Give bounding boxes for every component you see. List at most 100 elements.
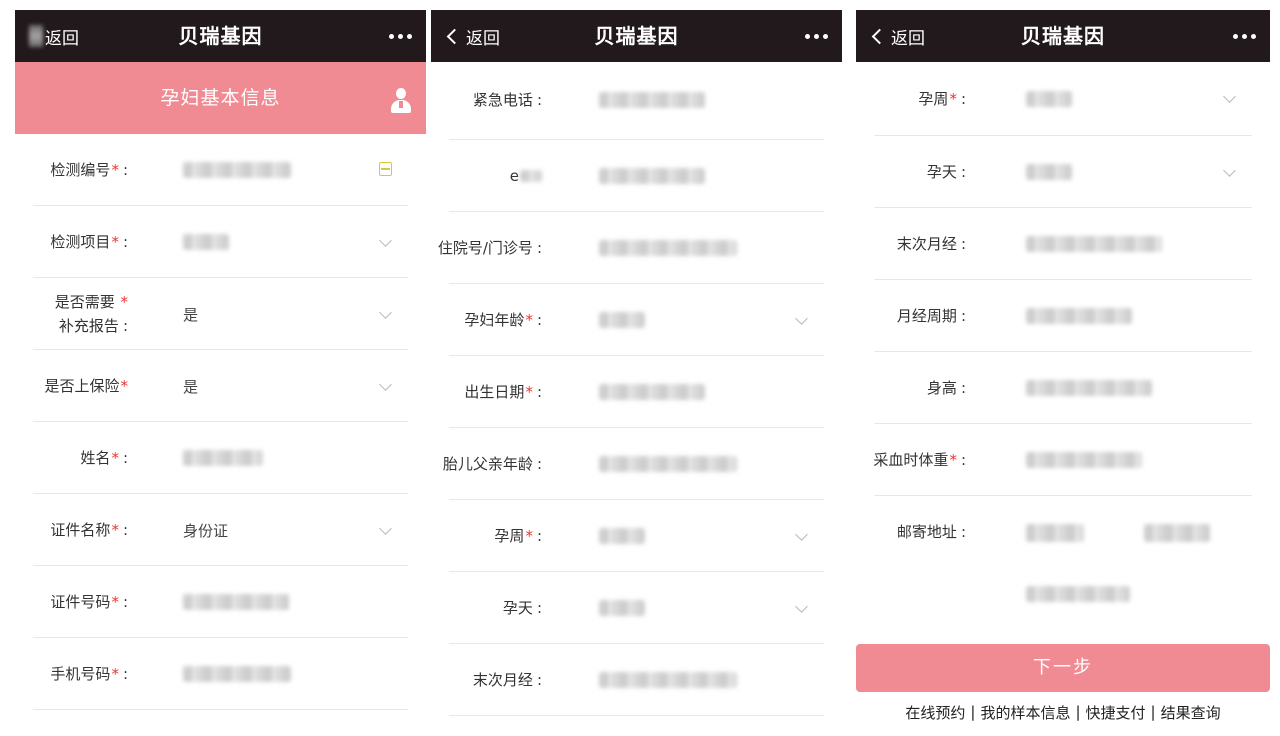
form-row-test-item[interactable]: 检测项目 *: [33,206,408,278]
field-label: 检测编号 *: [50,161,128,179]
chevron-down-icon[interactable] [795,528,808,541]
field-label: 孕周 *: [918,90,966,108]
field-label: 手机号码 *: [50,665,128,683]
back-button[interactable]: 返回 [445,10,500,62]
footer-separator: | [970,703,976,721]
supplement-report-select[interactable]: 是 [183,278,198,350]
form-row-cycle[interactable]: 月经周期: [874,280,1252,352]
mother-age-select[interactable] [599,284,645,356]
insurance-select[interactable]: 是 [183,350,198,422]
more-icon[interactable] [1233,10,1256,62]
chevron-down-icon[interactable] [1223,90,1236,103]
form-row-insurance[interactable]: 是否上保险 * 是 [33,350,408,422]
field-label: 出生日期 *: [464,383,542,401]
form-row-email[interactable]: e [449,140,824,212]
chevron-left-icon [871,28,888,44]
chevron-down-icon[interactable] [1223,164,1236,177]
back-icon [29,25,43,47]
back-button[interactable]: 返回 [29,10,79,62]
form-row-last-period[interactable]: 末次月经: [449,644,824,716]
back-button[interactable]: 返回 [870,10,925,62]
field-label: 孕天: [926,163,966,181]
field-label: 检测项目 *: [50,233,128,251]
phone-input[interactable] [183,638,291,710]
form-row-gestational-week[interactable]: 孕周 *: [874,62,1252,136]
chevron-down-icon[interactable] [795,600,808,613]
chevron-down-icon[interactable] [379,306,392,319]
footer-link-booking[interactable]: 在线预约 [905,702,965,723]
birth-date-input[interactable] [599,356,705,428]
gestational-day-select[interactable] [1026,136,1072,208]
user-icon[interactable] [390,88,412,114]
form-row-gestational-day[interactable]: 孕天: [874,136,1252,208]
form-row-address[interactable]: 邮寄地址: [874,496,1252,636]
more-icon[interactable] [805,10,828,62]
field-label: 孕周 *: [494,527,542,545]
gestational-week-select[interactable] [599,500,645,572]
form: 紧急电话: e 住院号/门诊号: 孕妇年龄 *: 出生日期 *: 胎儿父亲年龄: 孕… [431,60,842,716]
field-label: 姓名 *: [80,449,128,467]
last-period-input[interactable] [599,644,737,716]
field-label: 胎儿父亲年龄: [442,455,542,473]
form-row-weight[interactable]: 采血时体重 *: [873,424,1252,496]
field-label: 末次月经: [472,671,542,689]
id-number-input[interactable] [183,566,289,638]
form-row-birth-date[interactable]: 出生日期 *: [449,356,824,428]
footer-separator: | [1150,703,1156,721]
form-row-name[interactable]: 姓名 *: [33,422,408,494]
form-row-gestational-week[interactable]: 孕周 *: [449,500,824,572]
field-label: 孕天: [502,599,542,617]
chevron-down-icon[interactable] [379,234,392,247]
weight-input[interactable] [1026,424,1142,496]
form-row-supplement-report[interactable]: 是否需要 * 补充报告: 是 [33,278,408,350]
test-item-select[interactable] [183,206,229,278]
chevron-down-icon[interactable] [379,378,392,391]
nav-bar: 返回 贝瑞基因 [856,10,1270,62]
height-input[interactable] [1026,352,1152,424]
field-label: 住院号/门诊号: [437,239,542,257]
address-input[interactable] [1026,496,1210,636]
screen-1: 返回 贝瑞基因 孕妇基本信息 检测编号 *: 检测项目 *: 是否需要 * 补充报告… [15,10,426,726]
form-row-hospital-number[interactable]: 住院号/门诊号: [438,212,824,284]
form-row-father-age[interactable]: 胎儿父亲年龄: [443,428,824,500]
section-header: 孕妇基本信息 [15,62,426,134]
more-icon[interactable] [389,10,412,62]
form-row-last-period[interactable]: 末次月经: [874,208,1252,280]
hospital-number-input[interactable] [599,212,737,284]
back-label: 返回 [45,28,79,49]
gestational-week-select[interactable] [1026,62,1072,136]
form-row-emergency-phone[interactable]: 紧急电话: [449,60,824,140]
test-number-input[interactable] [183,134,291,206]
email-input[interactable] [599,140,705,212]
form-row-id-type[interactable]: 证件名称 *: 身份证 [33,494,408,566]
chevron-down-icon[interactable] [379,522,392,535]
chevron-down-icon[interactable] [795,312,808,325]
field-label: 采血时体重 *: [873,451,966,469]
form-row-test-number[interactable]: 检测编号 *: [33,134,408,206]
emergency-phone-input[interactable] [599,60,705,140]
form-row-phone[interactable]: 手机号码 *: [33,638,408,710]
nav-bar: 返回 贝瑞基因 [431,10,842,62]
footer-link-sample-info[interactable]: 我的样本信息 [980,702,1070,723]
field-label: 身高: [926,379,966,397]
last-period-input[interactable] [1026,208,1162,280]
id-type-select[interactable]: 身份证 [183,494,228,566]
back-label: 返回 [466,28,500,49]
footer-link-results[interactable]: 结果查询 [1161,702,1221,723]
next-step-button[interactable]: 下一步 [856,644,1270,692]
scan-icon[interactable] [379,162,392,176]
name-input[interactable] [183,422,263,494]
footer-separator: | [1075,703,1081,721]
footer-link-payment[interactable]: 快捷支付 [1086,702,1146,723]
form-row-height[interactable]: 身高: [874,352,1252,424]
form-row-gestational-day[interactable]: 孕天: [449,572,824,644]
form-row-id-number[interactable]: 证件号码 *: [33,566,408,638]
father-age-input[interactable] [599,428,737,500]
field-label: 是否上保险 * [44,377,128,395]
cycle-input[interactable] [1026,280,1132,352]
footer-links: 在线预约 | 我的样本信息 | 快捷支付 | 结果查询 [856,700,1270,724]
form: 检测编号*: 检测项目*: 是否需要 * 补充报告: 是 是否上保险 * 是 [15,134,426,710]
form: 孕周 *: 孕天: 末次月经: 月经周期: 身高: 采血时体重 *: 邮寄地址: [856,62,1270,636]
gestational-day-select[interactable] [599,572,645,644]
form-row-mother-age[interactable]: 孕妇年龄 *: [449,284,824,356]
